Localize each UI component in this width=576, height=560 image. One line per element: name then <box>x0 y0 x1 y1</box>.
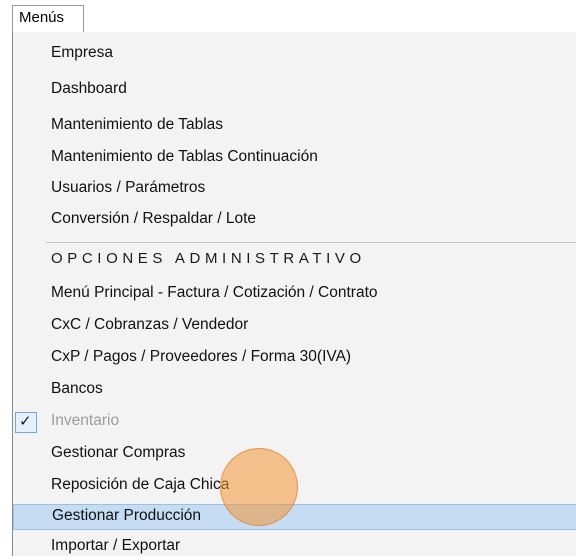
menu-item-mantenimiento-tablas-continuacion[interactable]: Mantenimiento de Tablas Continuación <box>13 146 576 172</box>
check-glyph: ✓ <box>19 413 32 430</box>
menu-item-label: Conversión / Respaldar / Lote <box>51 210 257 227</box>
menu-heading-opciones-administrativo: OPCIONES ADMINISTRATIVO <box>13 248 576 274</box>
menu-item-menu-principal[interactable]: Menú Principal - Factura / Cotización / … <box>13 282 576 308</box>
menu-item-label: CxP / Pagos / Proveedores / Forma 30(IVA… <box>51 348 352 365</box>
menu-item-label: Gestionar Compras <box>51 444 186 461</box>
menus-menu-button[interactable]: Menús <box>12 5 84 32</box>
menu-bar: Menús <box>0 0 576 34</box>
menu-item-label: Mantenimiento de Tablas <box>51 116 224 133</box>
menu-item-label: Inventario <box>51 412 120 429</box>
menu-item-dashboard[interactable]: Dashboard <box>13 78 576 104</box>
menu-item-label: Bancos <box>51 380 103 397</box>
checkmark-icon: ✓ <box>15 412 37 433</box>
menu-item-label: Gestionar Producción <box>52 507 202 524</box>
menu-item-cxp-pagos[interactable]: CxP / Pagos / Proveedores / Forma 30(IVA… <box>13 346 576 372</box>
menu-item-label: CxC / Cobranzas / Vendedor <box>51 316 249 333</box>
menu-item-label: Reposición de Caja Chica <box>51 476 230 493</box>
menu-separator <box>46 242 576 243</box>
menu-item-label: Importar / Exportar <box>51 537 181 554</box>
menu-item-mantenimiento-tablas[interactable]: Mantenimiento de Tablas <box>13 114 576 140</box>
menu-item-bancos[interactable]: Bancos <box>13 378 576 404</box>
menu-item-empresa[interactable]: Empresa <box>13 42 576 68</box>
menu-item-label: Empresa <box>51 44 114 61</box>
menu-item-usuarios-parametros[interactable]: Usuarios / Parámetros <box>13 177 576 203</box>
menu-item-label: Usuarios / Parámetros <box>51 179 206 196</box>
menu-heading-label: OPCIONES ADMINISTRATIVO <box>51 250 366 267</box>
menu-item-gestionar-compras[interactable]: Gestionar Compras <box>13 442 576 468</box>
menus-menu-label: Menús <box>19 9 65 26</box>
click-indicator-icon <box>220 448 298 526</box>
menu-item-inventario[interactable]: ✓ Inventario <box>13 410 576 436</box>
menu-item-label: Menú Principal - Factura / Cotización / … <box>51 284 378 301</box>
menu-item-gestionar-produccion[interactable]: Gestionar Producción <box>13 504 576 530</box>
menu-item-label: Dashboard <box>51 80 127 97</box>
menu-item-conversion-respaldar-lote[interactable]: Conversión / Respaldar / Lote <box>13 208 576 234</box>
menu-item-importar-exportar[interactable]: Importar / Exportar <box>13 534 576 560</box>
menu-item-cxc-cobranzas[interactable]: CxC / Cobranzas / Vendedor <box>13 314 576 340</box>
menu-item-label: Mantenimiento de Tablas Continuación <box>51 148 318 165</box>
